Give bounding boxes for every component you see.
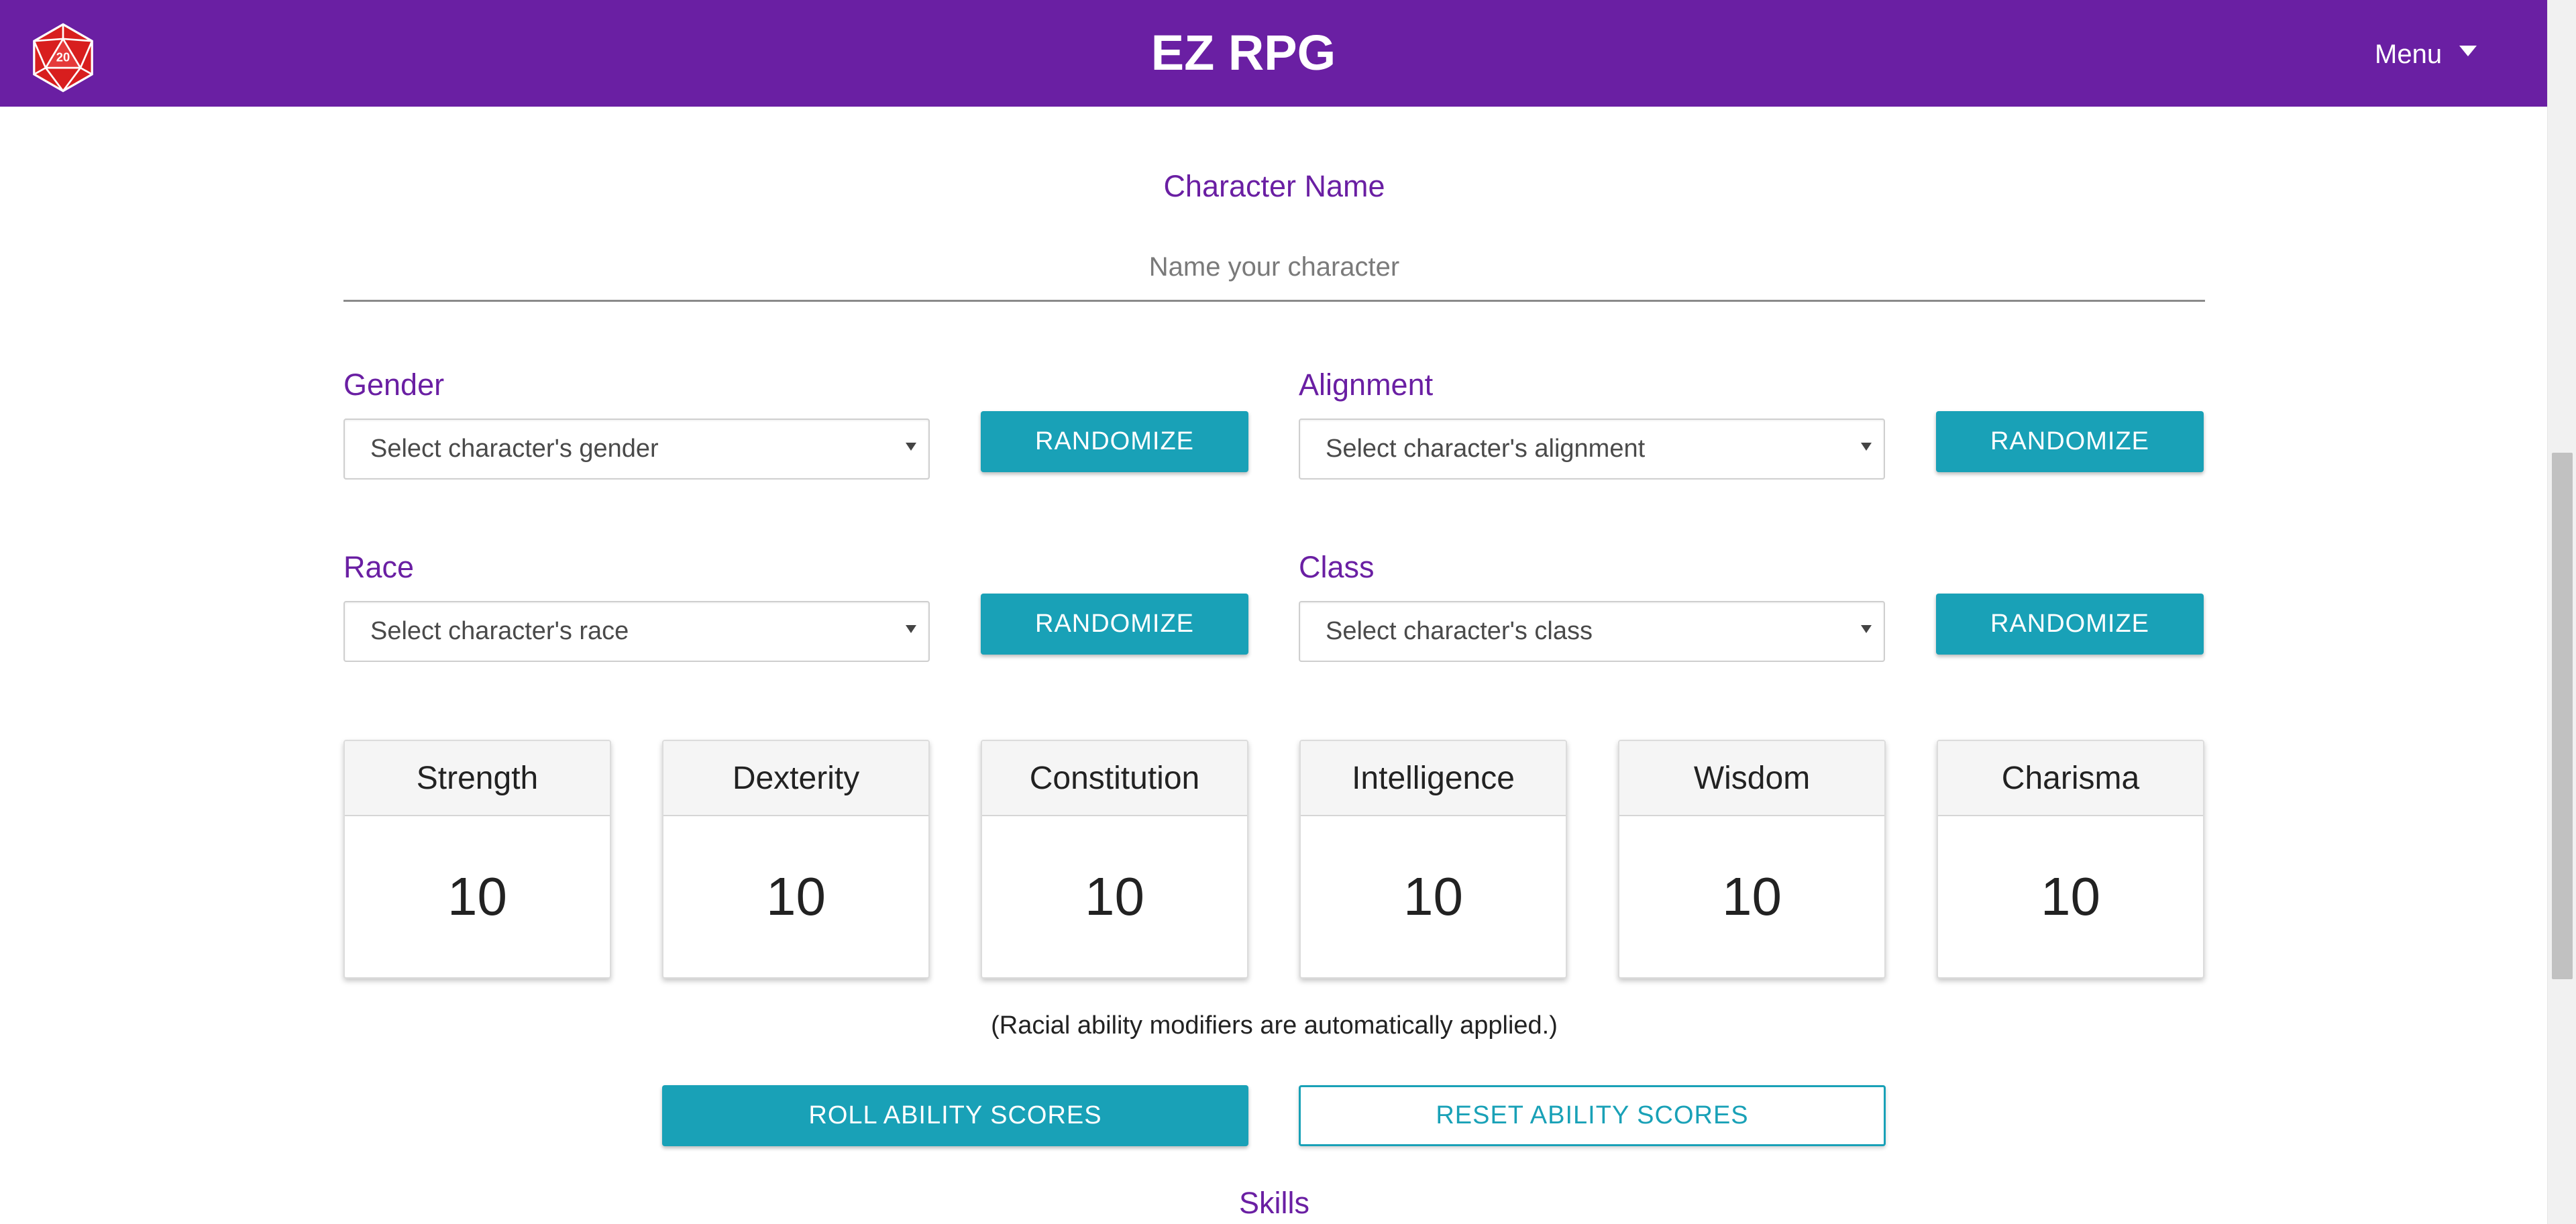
scrollbar[interactable] — [2547, 0, 2576, 1224]
ability-card-wisdom: Wisdom 10 — [1618, 740, 1886, 979]
alignment-select[interactable]: Select character's alignment — [1299, 419, 1885, 480]
ability-score: 10 — [766, 867, 826, 926]
ability-score: 10 — [447, 867, 507, 926]
randomize-gender-button[interactable]: RANDOMIZE — [981, 411, 1248, 472]
randomize-alignment-button[interactable]: RANDOMIZE — [1936, 411, 2204, 472]
gender-label: Gender — [343, 368, 445, 402]
reset-ability-scores-button[interactable]: RESET ABILITY SCORES — [1299, 1085, 1886, 1146]
skills-heading: Skills — [1238, 1186, 1309, 1220]
scrollbar-thumb[interactable] — [2552, 453, 2573, 979]
chevron-down-icon — [1861, 625, 1872, 633]
ability-score: 10 — [1085, 867, 1144, 926]
class-select[interactable]: Select character's class — [1299, 601, 1885, 662]
alignment-label: Alignment — [1299, 368, 1434, 402]
menu-label: Menu — [2375, 39, 2443, 69]
page: 20 EZ RPG Menu Character Name Gender Sel… — [0, 0, 2576, 1224]
top-navbar: 20 EZ RPG Menu — [0, 0, 2547, 107]
race-select[interactable]: Select character's race — [343, 601, 930, 662]
caret-down-icon — [2459, 46, 2477, 56]
ability-score: 10 — [2041, 867, 2100, 926]
class-select-value: Select character's class — [1326, 617, 1593, 645]
race-select-value: Select character's race — [370, 617, 629, 645]
ability-card-dexterity: Dexterity 10 — [662, 740, 930, 979]
ability-card-charisma: Charisma 10 — [1937, 740, 2204, 979]
roll-ability-scores-button[interactable]: ROLL ABILITY SCORES — [662, 1085, 1248, 1146]
class-label: Class — [1299, 550, 1375, 584]
ability-score: 10 — [1722, 867, 1782, 926]
ability-name: Dexterity — [663, 741, 928, 816]
character-name-label: Character Name — [1163, 169, 1385, 203]
menu-dropdown-button[interactable]: Menu — [2375, 28, 2477, 80]
ability-card-intelligence: Intelligence 10 — [1299, 740, 1567, 979]
ability-name: Intelligence — [1301, 741, 1566, 816]
randomize-class-button[interactable]: RANDOMIZE — [1936, 594, 2204, 655]
character-name-input[interactable] — [343, 235, 2205, 302]
chevron-down-icon — [906, 443, 916, 451]
race-label: Race — [343, 550, 415, 584]
ability-name: Strength — [345, 741, 610, 816]
alignment-select-value: Select character's alignment — [1326, 435, 1646, 463]
app-title: EZ RPG — [1150, 25, 1336, 80]
ability-name: Constitution — [982, 741, 1247, 816]
ability-name: Wisdom — [1619, 741, 1884, 816]
ability-score: 10 — [1403, 867, 1463, 926]
gender-select-value: Select character's gender — [370, 435, 659, 463]
racial-modifier-note: (Racial ability modifiers are automatica… — [991, 1011, 1558, 1040]
randomize-race-button[interactable]: RANDOMIZE — [981, 594, 1248, 655]
chevron-down-icon — [906, 625, 916, 633]
chevron-down-icon — [1861, 443, 1872, 451]
ability-name: Charisma — [1938, 741, 2203, 816]
ability-card-constitution: Constitution 10 — [981, 740, 1248, 979]
gender-select[interactable]: Select character's gender — [343, 419, 930, 480]
ability-card-strength: Strength 10 — [343, 740, 611, 979]
